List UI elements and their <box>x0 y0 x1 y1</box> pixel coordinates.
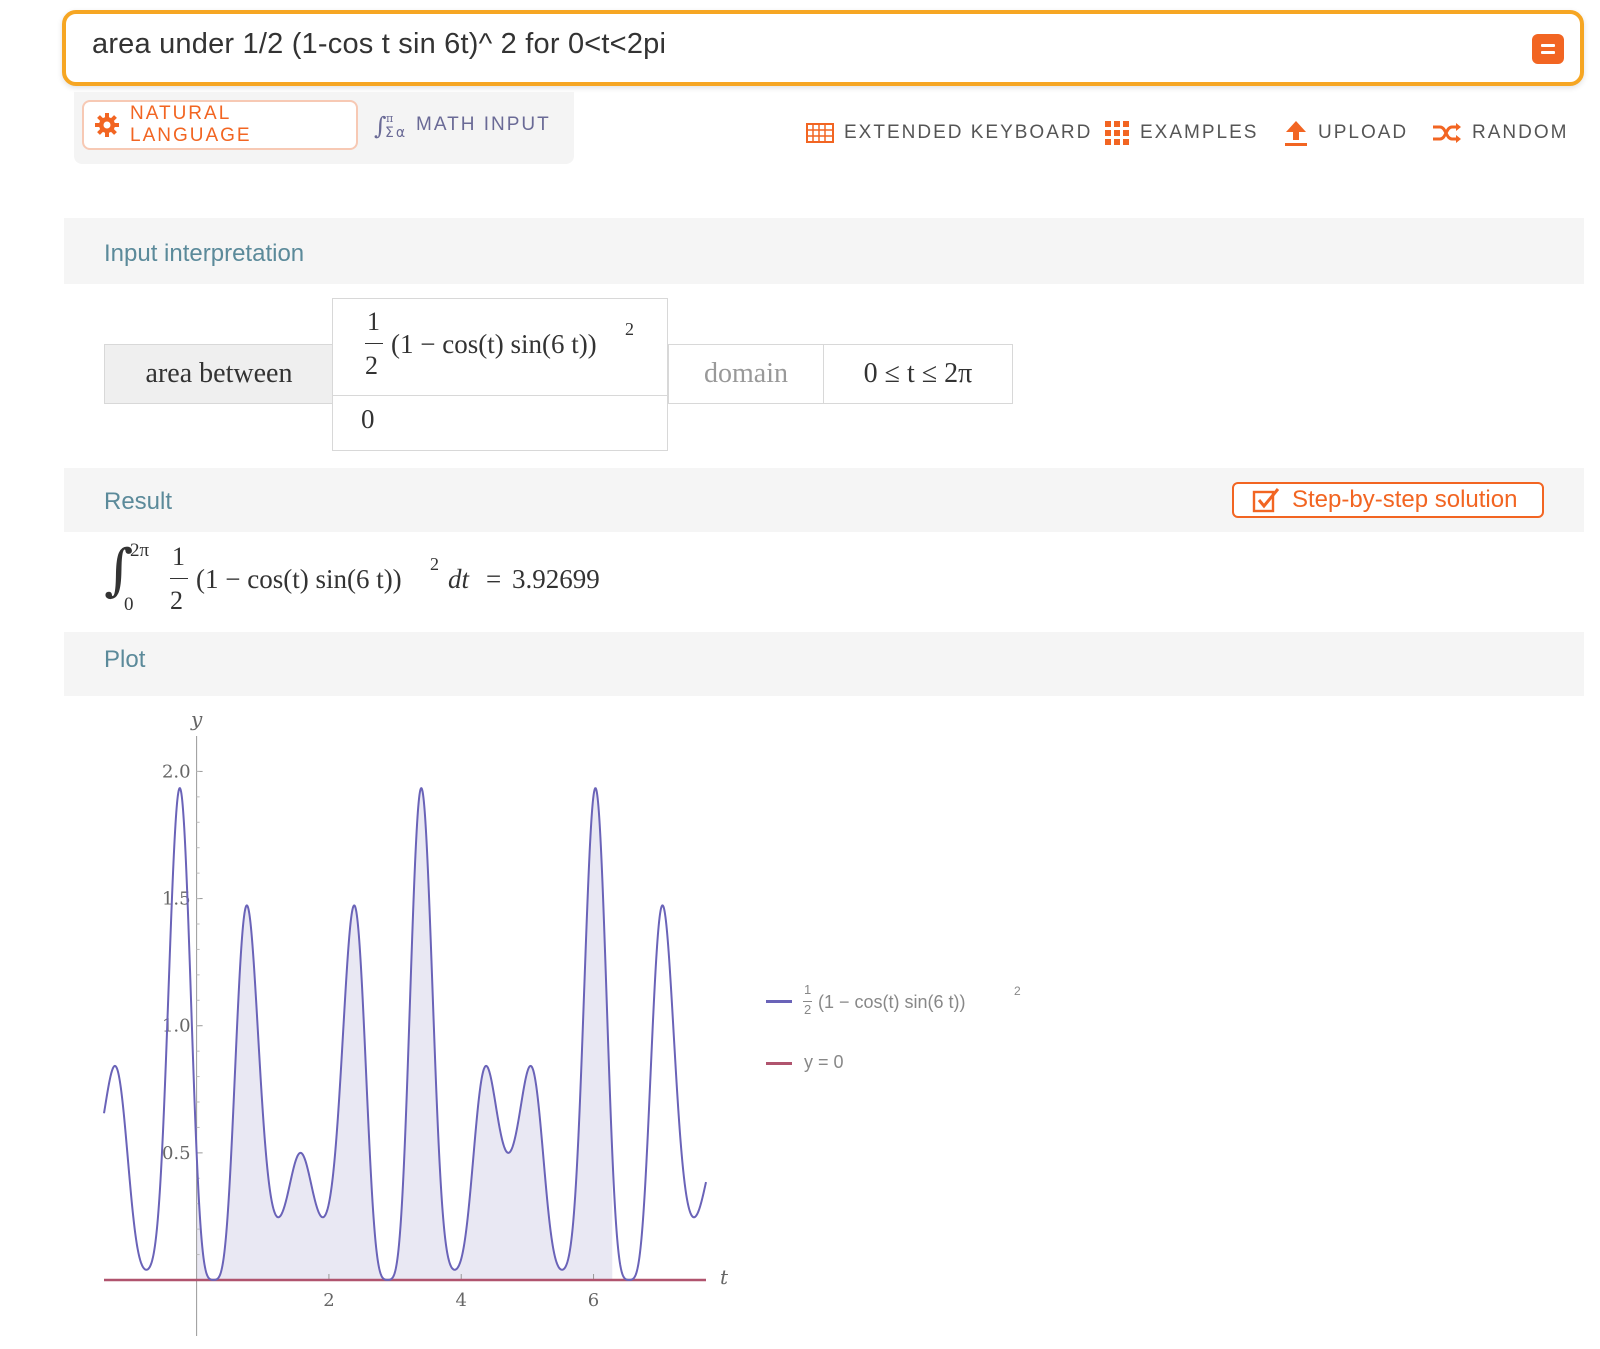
result-value: 3.92699 <box>512 564 600 594</box>
math-input-button[interactable]: ∫ π Σα MATH INPUT <box>370 100 570 150</box>
fraction-bar <box>365 343 383 344</box>
extended-keyboard-label: EXTENDED KEYBOARD <box>844 122 1093 143</box>
keyboard-icon <box>806 122 834 144</box>
integral-upper-limit: 2π <box>130 540 150 561</box>
shuffle-icon <box>1432 122 1462 144</box>
area-between-label: area between <box>145 358 293 389</box>
x-axis-label: t <box>720 1265 729 1289</box>
lower-function-cell: 0 <box>332 395 668 451</box>
result-title: Result <box>104 488 173 515</box>
domain-label: domain <box>704 358 788 389</box>
legend-curve-exponent: 2 <box>1014 984 1021 998</box>
submit-button[interactable] <box>1532 34 1564 64</box>
result-fraction-numerator: 1 <box>172 542 185 571</box>
y-tick-label: 2.0 <box>162 761 191 782</box>
search-box[interactable]: area under 1/2 (1-cos t sin 6t)^ 2 for 0… <box>62 10 1584 86</box>
random-button[interactable]: RANDOM <box>1432 118 1568 148</box>
fraction-denominator: 2 <box>365 351 378 380</box>
result-differential: dt <box>448 564 470 594</box>
y-tick-label: 0.5 <box>162 1143 191 1164</box>
fraction-numerator: 1 <box>367 307 380 336</box>
plot-legend: 1 2 (1 − cos(t) sin(6 t)) 2 y = 0 <box>766 980 1066 1080</box>
x-tick-label: 2 <box>323 1290 334 1311</box>
plot-title: Plot <box>104 646 146 673</box>
legend-fraction-numerator: 1 <box>804 982 812 997</box>
examples-button[interactable]: EXAMPLES <box>1104 118 1258 148</box>
gear-icon <box>94 112 120 138</box>
natural-language-label: NATURAL LANGUAGE <box>130 103 252 146</box>
extended-keyboard-button[interactable]: EXTENDED KEYBOARD <box>806 118 1092 148</box>
result-fraction-denominator: 2 <box>170 586 183 615</box>
function-body: (1 − cos(t) sin(6 t)) <box>391 329 597 359</box>
result-function-body: (1 − cos(t) sin(6 t)) <box>196 564 402 594</box>
integral-lower-limit: 0 <box>124 594 134 615</box>
legend-fraction-denominator: 2 <box>804 1002 812 1017</box>
result-equals: = <box>486 564 502 594</box>
legend-swatch-curve <box>766 1000 792 1003</box>
input-mode-bar: NATURAL LANGUAGE ∫ π Σα MATH INPUT <box>74 92 574 164</box>
upper-function-cell: 1 2 (1 − cos(t) sin(6 t)) 2 <box>332 298 668 396</box>
y-axis-label: y <box>190 707 203 731</box>
checkbox-icon <box>1252 487 1280 513</box>
x-tick-label: 6 <box>588 1290 599 1311</box>
legend-swatch-baseline <box>766 1062 792 1065</box>
result-body: ∫ 2π 0 1 2 (1 − cos(t) sin(6 t)) 2 dt = … <box>68 532 1584 632</box>
result-function-exponent: 2 <box>430 554 439 574</box>
legend-curve-label: (1 − cos(t) sin(6 t)) <box>818 992 966 1012</box>
x-tick-label: 4 <box>456 1290 467 1311</box>
result-fraction-bar <box>170 578 188 579</box>
lower-function-value: 0 <box>361 404 375 434</box>
grid-dots-icon <box>1104 120 1130 146</box>
svg-text:π: π <box>386 112 395 125</box>
search-input[interactable]: area under 1/2 (1-cos t sin 6t)^ 2 for 0… <box>92 28 666 61</box>
legend-baseline-label: y = 0 <box>804 1052 844 1072</box>
step-by-step-button[interactable]: Step-by-step solution <box>1232 482 1544 518</box>
math-input-label: MATH INPUT <box>416 114 551 135</box>
natural-language-button[interactable]: NATURAL LANGUAGE <box>82 100 358 150</box>
upload-label: UPLOAD <box>1318 122 1409 143</box>
math-symbols-icon: ∫ π Σα <box>374 110 408 140</box>
upload-button[interactable]: UPLOAD <box>1284 118 1408 148</box>
integral-expression: ∫ 2π 0 1 2 (1 − cos(t) sin(6 t)) 2 dt = … <box>104 532 744 632</box>
upload-icon <box>1284 119 1308 147</box>
domain-label-cell: domain <box>668 344 824 404</box>
svg-text:Σα: Σα <box>385 125 407 140</box>
domain-value-cell: 0 ≤ t ≤ 2π <box>823 344 1013 404</box>
input-interpretation-title: Input interpretation <box>104 240 305 267</box>
examples-label: EXAMPLES <box>1140 122 1259 143</box>
domain-value: 0 ≤ t ≤ 2π <box>863 358 973 389</box>
area-between-cell: area between <box>104 344 334 404</box>
input-interpretation-header: Input interpretation <box>64 218 1584 284</box>
function-exponent: 2 <box>625 319 634 339</box>
plot-header: Plot <box>64 632 1584 696</box>
random-label: RANDOM <box>1472 122 1569 143</box>
step-by-step-label: Step-by-step solution <box>1292 486 1518 513</box>
